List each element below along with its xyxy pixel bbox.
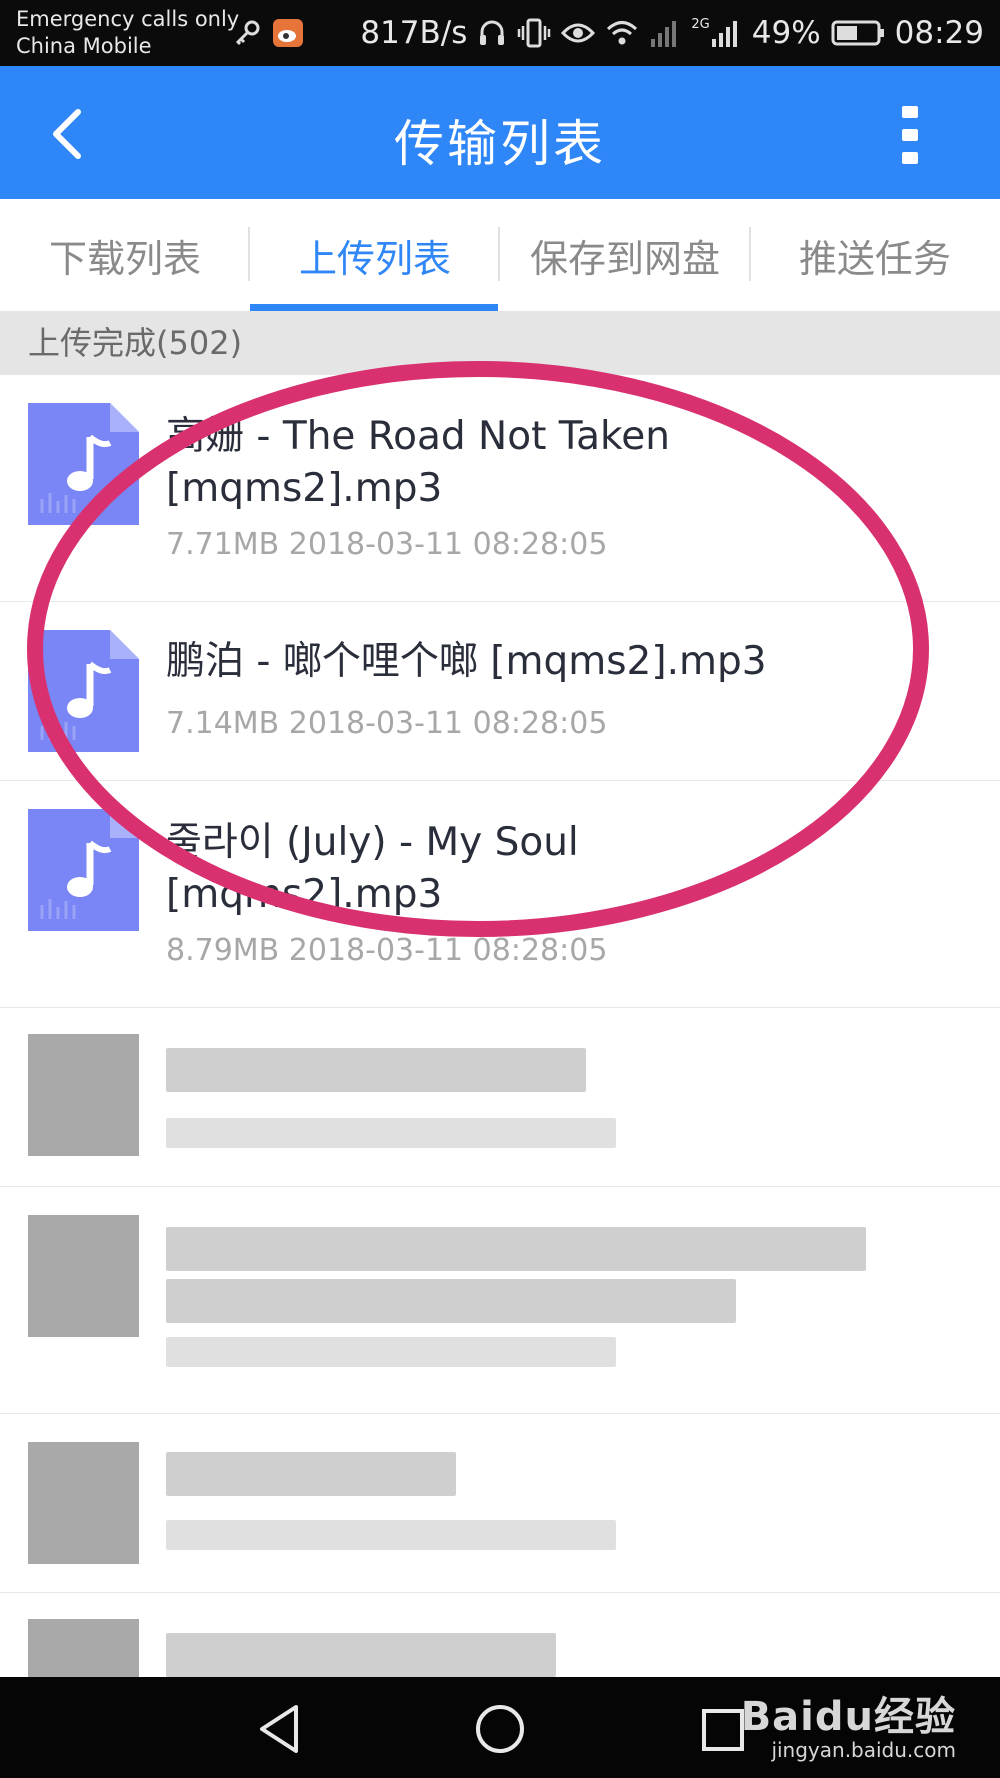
file-name-line: [mqms2].mp3: [166, 872, 443, 917]
list-item[interactable]: 줄라이 (July) - My Soul [mqms2].mp3 8.79MB …: [0, 781, 1000, 1008]
tab-label: 推送任务: [798, 236, 951, 281]
list-item-blurred[interactable]: [0, 1008, 1000, 1187]
page-title: 传输列表: [394, 115, 606, 173]
file-name-line: 高姗 - The Road Not Taken: [166, 414, 670, 459]
file-name-line: [mqms2].mp3: [166, 466, 443, 511]
file-icon-blurred: [28, 1442, 139, 1564]
file-list: 高姗 - The Road Not Taken [mqms2].mp3 7.71…: [0, 375, 1000, 1741]
file-icon-blurred: [28, 1034, 139, 1156]
clock: 08:29: [894, 15, 984, 51]
battery-icon: [831, 19, 885, 47]
file-name: 줄라이 (July) - My Soul [mqms2].mp3: [166, 817, 960, 921]
vibrate-icon: [517, 17, 551, 49]
home-circle-icon[interactable]: [470, 1699, 530, 1759]
back-triangle-icon[interactable]: [250, 1699, 310, 1759]
music-file-icon: [28, 809, 139, 931]
key-icon: [235, 20, 260, 46]
app-bar: 传输列表: [0, 66, 1000, 199]
wifi-icon: [605, 18, 639, 48]
tab-upload-list[interactable]: 上传列表: [250, 199, 500, 311]
network-type: 2G: [691, 17, 710, 32]
tab-divider: [248, 227, 250, 281]
music-file-icon: [28, 403, 139, 525]
tab-save-to-disk[interactable]: 保存到网盘: [500, 199, 750, 311]
baidu-watermark: Baidu经验 jingyan.baidu.com: [741, 1684, 956, 1762]
file-name-line: 줄라이 (July) - My Soul: [166, 820, 579, 865]
file-meta: 7.14MB 2018-03-11 08:28:05: [166, 706, 608, 741]
more-vertical-icon[interactable]: [894, 102, 926, 168]
headset-icon: [477, 18, 507, 48]
tab-divider: [749, 227, 751, 281]
signal-sim1-icon: [649, 17, 681, 49]
file-name-line: 鹏泊 - 啷个哩个啷 [mqms2].mp3: [166, 639, 767, 684]
file-name: 高姗 - The Road Not Taken [mqms2].mp3: [166, 411, 960, 515]
blurred-text: [166, 1452, 456, 1496]
list-item[interactable]: 鹏泊 - 啷个哩个啷 [mqms2].mp3 7.14MB 2018-03-11…: [0, 602, 1000, 781]
list-item-blurred[interactable]: [0, 1414, 1000, 1593]
section-label: 上传完成(502): [28, 324, 243, 362]
carrier-info: Emergency calls only China Mobile: [16, 6, 239, 60]
file-meta: 8.79MB 2018-03-11 08:28:05: [166, 933, 608, 968]
tab-label: 保存到网盘: [529, 236, 720, 281]
section-header-upload-complete: 上传完成(502): [0, 311, 1000, 375]
file-icon-blurred: [28, 1215, 139, 1337]
blurred-text: [166, 1118, 616, 1148]
watermark-url: jingyan.baidu.com: [771, 1738, 956, 1762]
battery-percent: 49%: [751, 15, 821, 51]
weibo-icon: [273, 19, 303, 47]
carrier-name: China Mobile: [16, 34, 152, 58]
status-indicators: 817B/s 2G 49% 08:29: [360, 12, 984, 54]
music-file-icon: [28, 630, 139, 752]
blurred-text: [166, 1520, 616, 1550]
blurred-text: [166, 1337, 616, 1367]
tab-bar: 下载列表 上传列表 保存到网盘 推送任务: [0, 199, 1000, 311]
status-bar: Emergency calls only China Mobile 817B/s…: [0, 0, 1000, 66]
tab-push-tasks[interactable]: 推送任务: [750, 199, 1000, 311]
network-speed: 817B/s: [360, 15, 468, 51]
blurred-text: [166, 1227, 866, 1271]
list-item[interactable]: 高姗 - The Road Not Taken [mqms2].mp3 7.71…: [0, 375, 1000, 602]
signal-sim2-icon: 2G: [691, 17, 741, 49]
file-name: 鹏泊 - 啷个哩个啷 [mqms2].mp3: [166, 636, 960, 688]
list-item-blurred[interactable]: [0, 1187, 1000, 1414]
eye-icon: [561, 20, 596, 46]
tab-label: 上传列表: [298, 236, 451, 281]
blurred-text: [166, 1279, 736, 1323]
watermark-brand: Baidu经验: [740, 1694, 956, 1740]
tab-label: 下载列表: [48, 236, 201, 281]
emergency-text: Emergency calls only: [16, 7, 240, 31]
blurred-text: [166, 1633, 556, 1677]
blurred-text: [166, 1048, 586, 1092]
file-meta: 7.71MB 2018-03-11 08:28:05: [166, 527, 608, 562]
tab-download-list[interactable]: 下载列表: [0, 199, 250, 311]
tab-divider: [498, 227, 500, 281]
